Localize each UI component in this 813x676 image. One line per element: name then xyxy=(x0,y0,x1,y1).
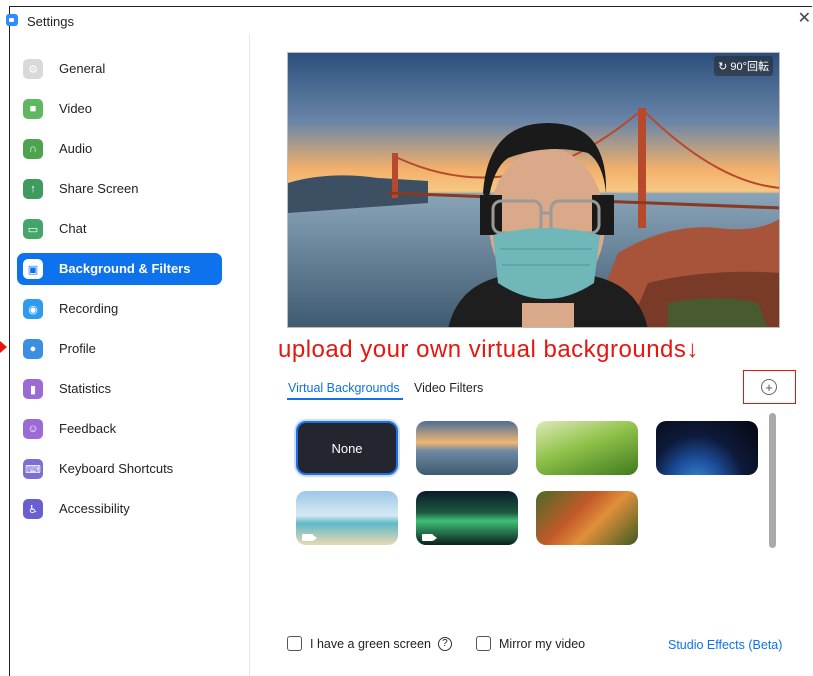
sidebar-item-audio[interactable]: ∩ Audio xyxy=(17,133,222,165)
person-card-icon: ▣ xyxy=(23,259,43,279)
sidebar-item-feedback[interactable]: ☺ Feedback xyxy=(17,413,222,445)
background-aurora[interactable] xyxy=(416,491,518,545)
studio-effects-link[interactable]: Studio Effects (Beta) xyxy=(668,638,782,652)
sidebar-item-label: Background & Filters xyxy=(59,261,191,276)
green-screen-checkbox[interactable] xyxy=(287,636,302,651)
mirror-video-option[interactable]: Mirror my video xyxy=(476,636,585,651)
close-icon[interactable]: ✕ xyxy=(798,11,811,27)
background-golden-gate[interactable] xyxy=(416,421,518,475)
video-badge-icon xyxy=(422,534,437,541)
add-background-button[interactable]: + xyxy=(761,379,777,395)
sidebar-item-label: Keyboard Shortcuts xyxy=(59,461,174,476)
sidebar-item-label: Profile xyxy=(59,341,96,356)
background-grass[interactable] xyxy=(536,421,638,475)
record-icon: ◉ xyxy=(23,299,43,319)
smile-icon: ☺ xyxy=(23,419,43,439)
bar-chart-icon: ▮ xyxy=(23,379,43,399)
sidebar-item-label: General xyxy=(59,61,106,76)
mirror-video-checkbox[interactable] xyxy=(476,636,491,651)
help-icon[interactable]: ? xyxy=(437,636,452,651)
zoom-app-icon xyxy=(6,14,18,26)
background-earth[interactable] xyxy=(656,421,758,475)
rotate-button[interactable]: ↻ 90°回転 xyxy=(714,56,773,76)
sidebar-item-label: Audio xyxy=(59,141,93,156)
none-label: None xyxy=(331,440,363,456)
green-screen-label: I have a green screen xyxy=(310,636,431,651)
sidebar-item-video[interactable]: ■ Video xyxy=(17,93,222,125)
sidebar-item-recording[interactable]: ◉ Recording xyxy=(17,293,222,325)
sidebar-item-label: Feedback xyxy=(59,421,117,436)
sidebar-item-share-screen[interactable]: ↑ Share Screen xyxy=(17,173,222,205)
sidebar-item-background-filters[interactable]: ▣ Background & Filters xyxy=(17,253,222,285)
rotate-icon: ↻ xyxy=(718,61,731,73)
background-none[interactable]: None xyxy=(296,421,398,475)
video-badge-icon xyxy=(302,534,317,541)
person-icon: ● xyxy=(23,339,43,359)
rotate-label: 90°回転 xyxy=(730,61,769,73)
sidebar-item-label: Share Screen xyxy=(59,181,139,196)
sidebar-item-label: Accessibility xyxy=(59,501,130,516)
gallery-scrollbar[interactable] xyxy=(769,413,776,548)
chat-bubble-icon: ▭ xyxy=(23,219,43,239)
camera-preview: ↻ 90°回転 xyxy=(287,52,780,328)
preview-image xyxy=(288,53,779,327)
active-tab-underline xyxy=(287,398,403,400)
sidebar-item-chat[interactable]: ▭ Chat xyxy=(17,213,222,245)
sidebar-item-label: Chat xyxy=(59,221,87,236)
sidebar-item-general[interactable]: ⚙ General xyxy=(17,53,222,85)
camera-icon: ■ xyxy=(23,99,43,119)
tab-video-filters[interactable]: Video Filters xyxy=(414,381,483,395)
background-autumn[interactable] xyxy=(536,491,638,545)
green-screen-option[interactable]: I have a green screen ? xyxy=(287,636,452,651)
window-title: Settings xyxy=(27,14,74,29)
share-screen-icon: ↑ xyxy=(23,179,43,199)
background-beach[interactable] xyxy=(296,491,398,545)
mirror-video-label: Mirror my video xyxy=(499,636,586,651)
sidebar-item-profile[interactable]: ● Profile xyxy=(17,333,222,365)
settings-sidebar: ⚙ General ■ Video ∩ Audio ↑ Share Screen ▭ Chat ▣ B… xyxy=(10,34,250,676)
annotation-arrow xyxy=(0,341,7,353)
sidebar-item-label: Video xyxy=(59,101,93,116)
tab-virtual-backgrounds[interactable]: Virtual Backgrounds xyxy=(288,381,400,395)
headphones-icon: ∩ xyxy=(23,139,43,159)
gear-icon: ⚙ xyxy=(23,59,43,79)
upload-annotation: upload your own virtual backgrounds↓ xyxy=(278,336,699,363)
sidebar-item-label: Recording xyxy=(59,301,119,316)
title-bar: Settings ✕ xyxy=(6,7,813,34)
plus-icon: + xyxy=(765,379,773,395)
sidebar-item-label: Statistics xyxy=(59,381,112,396)
sidebar-item-statistics[interactable]: ▮ Statistics xyxy=(17,373,222,405)
sidebar-item-keyboard-shortcuts[interactable]: ⌨ Keyboard Shortcuts xyxy=(17,453,222,485)
accessibility-icon: ♿ xyxy=(23,499,43,519)
keyboard-icon: ⌨ xyxy=(23,459,43,479)
sidebar-item-accessibility[interactable]: ♿ Accessibility xyxy=(17,493,222,525)
